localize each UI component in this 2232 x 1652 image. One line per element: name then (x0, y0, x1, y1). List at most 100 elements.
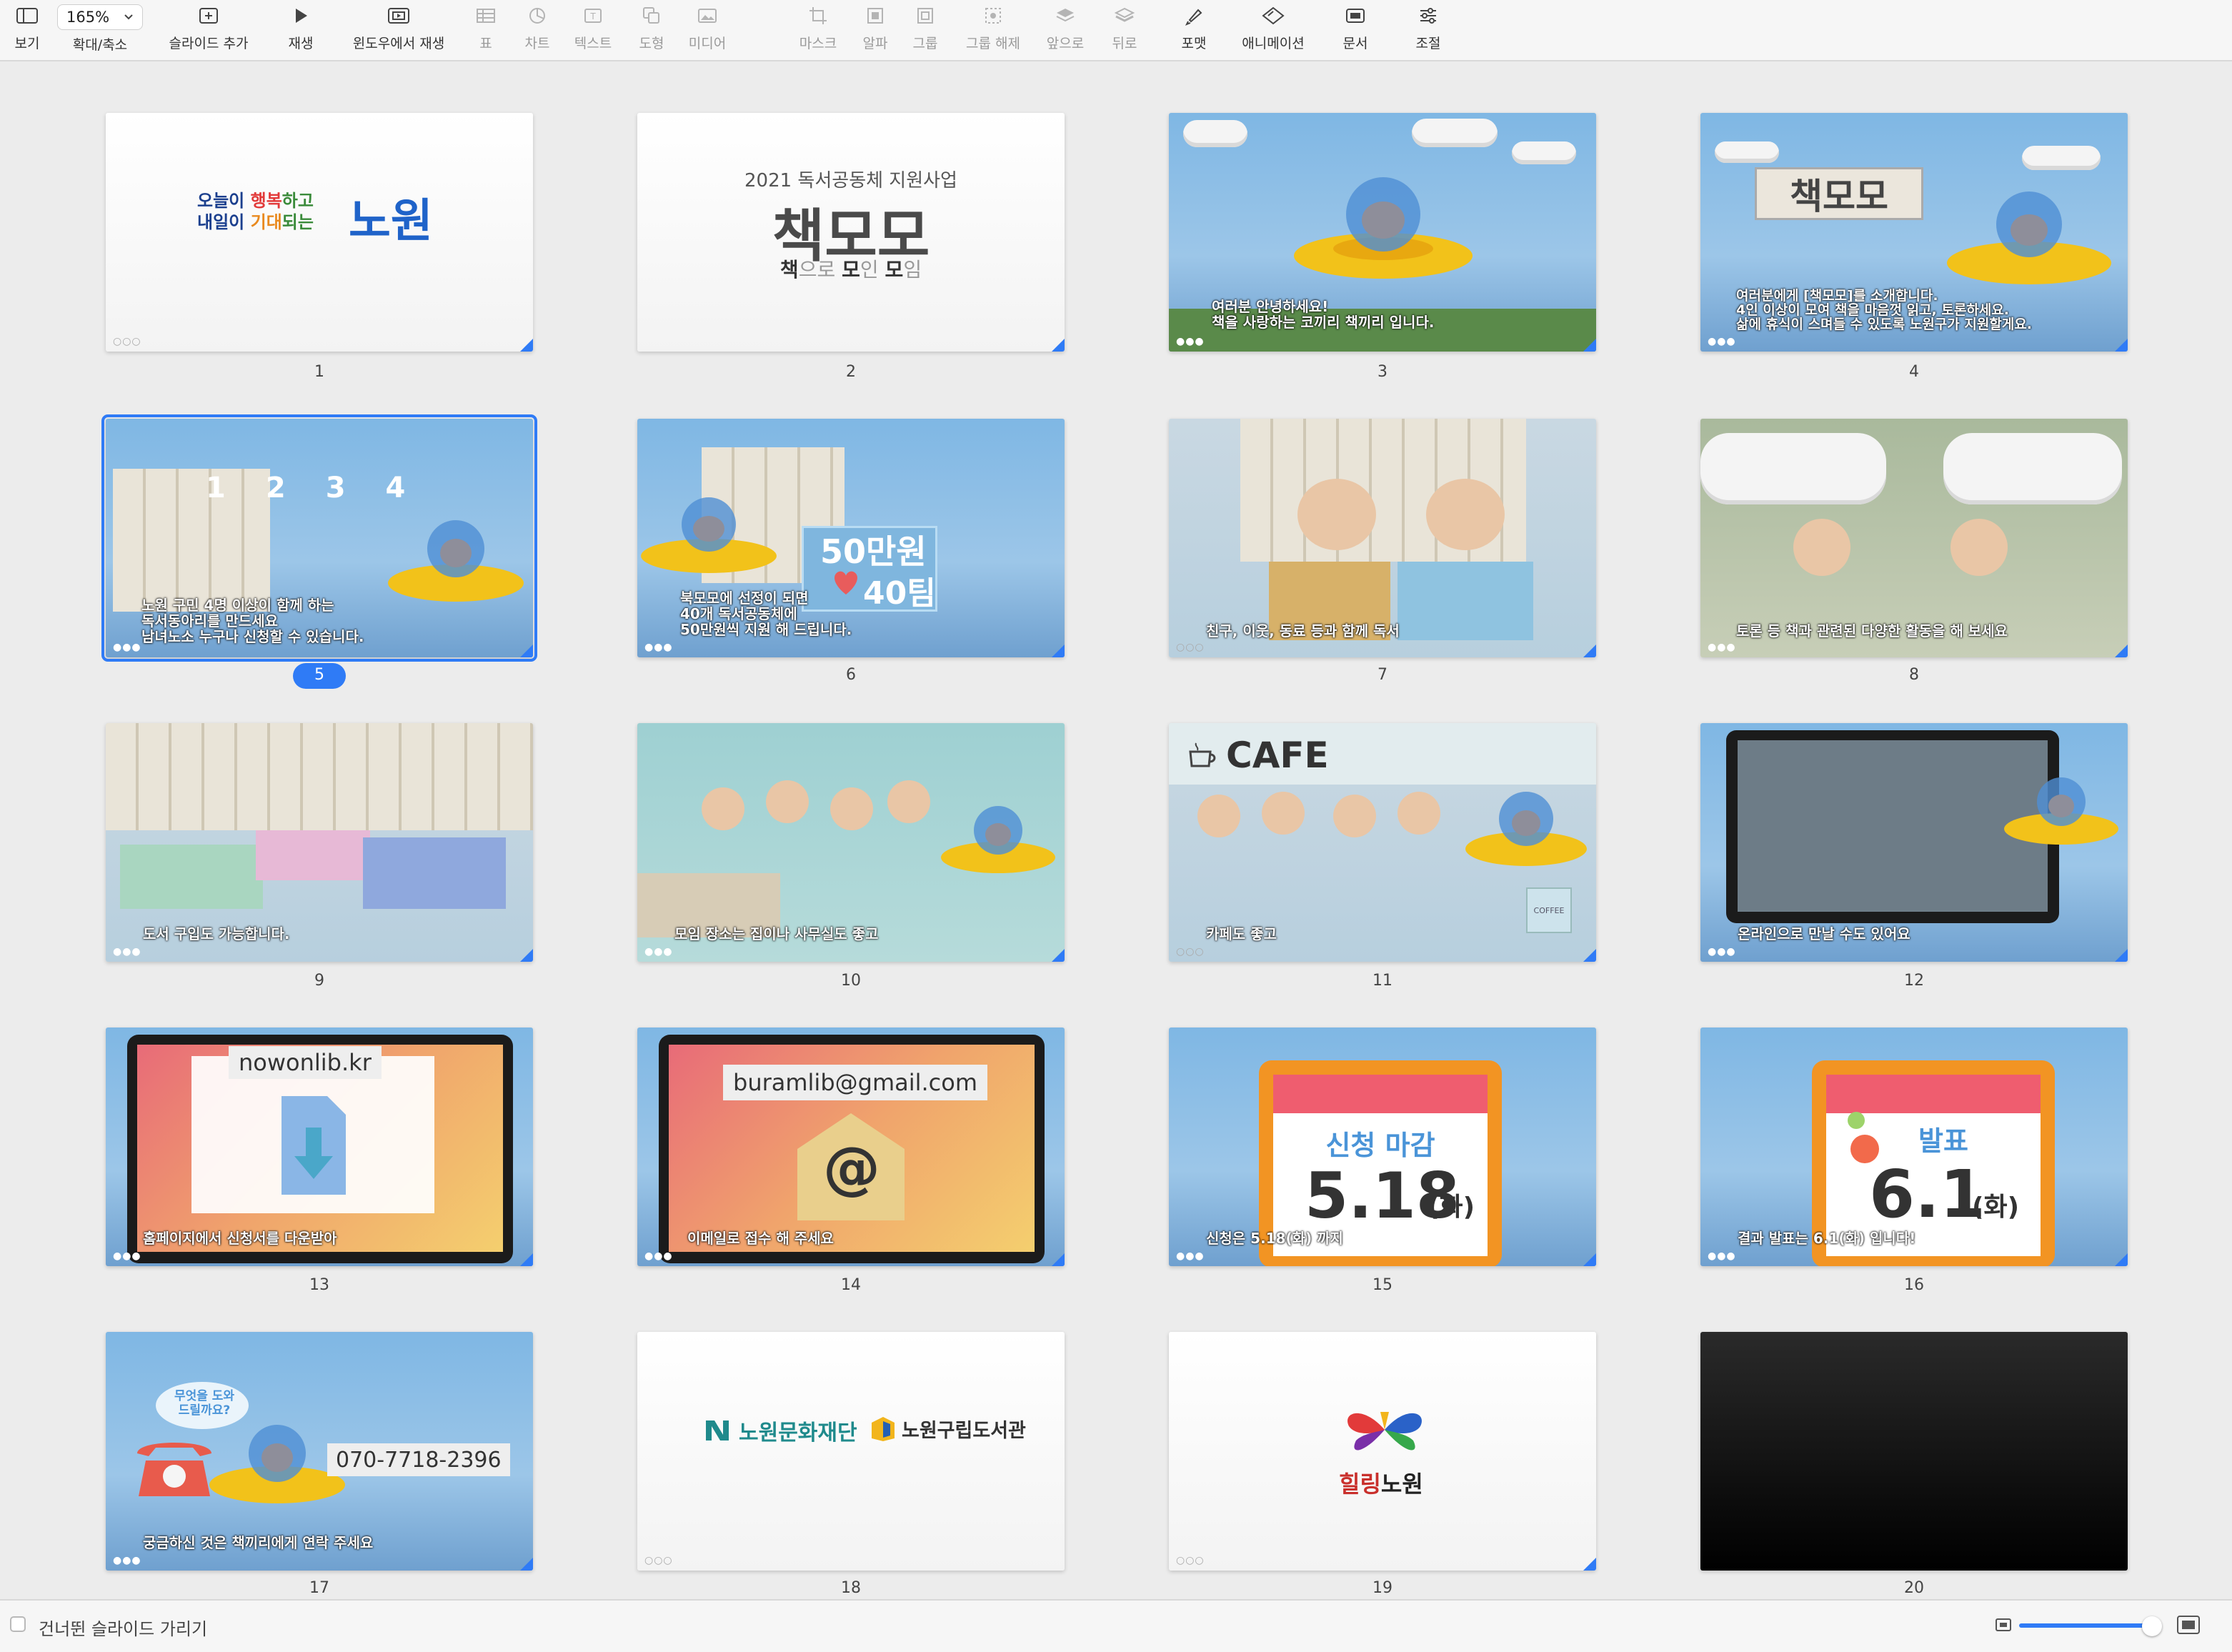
slide-thumbnail[interactable]: buramlib@gmail.com @ 이메일로 접수 해 주세요 ●●● (637, 1027, 1065, 1266)
table-label: 표 (479, 36, 492, 51)
slide-thumbnail[interactable]: 책모모 여러분에게 [책모모]를 소개합니다. 4인 이상이 모여 책을 마음껏… (1700, 113, 2128, 352)
slide-caption: 홈페이지에서 신청서를 다운받아 (143, 1230, 337, 1247)
media-icon (698, 9, 717, 23)
shape-button[interactable]: 도형 (632, 0, 672, 60)
slide-thumbnail[interactable]: 여러분 안녕하세요! 책을 사랑하는 코끼리 책끼리 입니다. ●●● (1169, 113, 1596, 352)
slide-thumbnail[interactable]: 토론 등 책과 관련된 다양한 활동을 해 보세요 ●●● (1700, 419, 2128, 657)
slide-number: 2 (846, 363, 856, 381)
slide-caption: 친구, 이웃, 동료 등과 함께 독서 (1206, 622, 1400, 640)
slide-caption: 카페도 좋고 (1206, 925, 1277, 942)
slide-thumbnail[interactable]: CAFE COFFEE 카페도 좋고 ○○○ (1169, 723, 1596, 962)
play-icon (296, 9, 307, 23)
slide-thumbnail[interactable]: nowonlib.kr 홈페이지에서 신청서를 다운받아 ●●● (106, 1027, 533, 1266)
table-icon (477, 9, 495, 23)
person-illustration (1262, 792, 1305, 835)
thumbnail-size-slider-knob[interactable] (2142, 1616, 2162, 1636)
play-window-button[interactable]: 윈도우에서 재생 (343, 0, 454, 60)
toolbar: 보기 165% 확대/축소 슬라이드 추가 재생 윈도우에서 재생 표 차트 T… (0, 0, 2232, 61)
slide-caption: 신청은 5.18(화) 까지 (1206, 1230, 1343, 1247)
bring-front-icon (1056, 9, 1075, 22)
animate-label: 애니메이션 (1242, 36, 1305, 51)
slide-corner-marker (2115, 1253, 2128, 1266)
at-symbol: @ (823, 1135, 880, 1201)
alpha-button[interactable]: 알파 (857, 0, 893, 60)
slide-thumbnail[interactable]: 친구, 이웃, 동료 등과 함께 독서 ○○○ (1169, 419, 1596, 657)
slide-thumbnail-blank[interactable] (1700, 1332, 2128, 1571)
slide-thumbnail[interactable]: 도서 구입도 가능합니다. ●●● (106, 723, 533, 962)
animate-button[interactable]: 애니메이션 (1232, 0, 1315, 60)
logo-text: 노원 (1380, 1471, 1423, 1498)
website-url: nowonlib.kr (229, 1046, 382, 1079)
slide-caption: 이메일로 접수 해 주세요 (687, 1230, 834, 1247)
slide-corner-marker (520, 339, 533, 352)
slide-thumbnail[interactable]: 오늘이 행복하고 내일이 기대되는 노원 ○○○ (106, 113, 533, 352)
slide-thumbnail[interactable]: 2021 독서공동체 지원사업 책모모 책으로 모인 모임 (637, 113, 1065, 352)
book-sign: 책모모 (1755, 167, 1923, 220)
slide-thumbnail[interactable]: 무엇을 도와 드릴까요? 070-7718-2396 궁금하신 것은 책끼리에게… (106, 1332, 533, 1571)
slogan-text: 오늘이 (197, 191, 251, 211)
mask-button[interactable]: 마스크 (793, 0, 843, 60)
slide-thumbnail[interactable]: 50만원 40팀 북모모에 선정이 되면 40개 독서공동체에 50만원씩 지원… (637, 419, 1065, 657)
elephant-ufo-illustration (641, 497, 777, 573)
person-illustration (830, 787, 873, 830)
play-button[interactable]: 재생 (276, 0, 326, 60)
slide-thumbnail[interactable]: 신청 마감 5.18 (화) 신청은 5.18(화) 까지 ●●● (1169, 1027, 1596, 1266)
view-button[interactable]: 보기 (3, 0, 51, 60)
slide-thumbnail[interactable]: 온라인으로 만날 수도 있어요 ●●● (1700, 723, 2128, 962)
bookshelf-illustration (106, 723, 533, 830)
people-count: 3 (325, 472, 346, 504)
slide-dots: ○○○ (1176, 642, 1205, 653)
slide-number: 7 (1377, 666, 1387, 684)
slide-corner-marker (2115, 339, 2128, 352)
slogan-text: 되는 (282, 212, 314, 232)
front-label: 앞으로 (1046, 36, 1085, 51)
slide-thumbnail-selected[interactable]: 1 2 3 4 노원 구민 4명 이상이 함께 하는 독서동아리를 만드세요 남… (101, 414, 537, 662)
slide-thumbnail[interactable]: 발표 6.1 (화) 결과 발표는 6.1(화) 입니다! ●●● (1700, 1027, 2128, 1266)
slide-thumbnail[interactable]: 힐링노원 ○○○ (1169, 1332, 1596, 1571)
slide-caption: 50만원씩 지원 해 드립니다. (680, 621, 852, 638)
add-slide-button[interactable]: 슬라이드 추가 (159, 0, 259, 60)
zoom-select[interactable]: 165% (57, 4, 143, 30)
calendar-date: 6.1 (1869, 1156, 1986, 1233)
text-button[interactable]: T 텍스트 (570, 0, 616, 60)
slide-caption: 책을 사랑하는 코끼리 책끼리 입니다. (1212, 314, 1435, 331)
slide-caption: 여러분에게 [책모모]를 소개합니다. (1736, 288, 1938, 304)
sliders-icon (1420, 8, 1436, 24)
group-button[interactable]: 그룹 (907, 0, 943, 60)
vertical-scrollbar[interactable] (2226, 61, 2232, 1598)
back-button[interactable]: 뒤로 (1105, 0, 1145, 60)
slide-number: 12 (1904, 972, 1924, 990)
window-play-icon (388, 8, 409, 24)
format-label: 포맷 (1181, 36, 1207, 51)
small-thumbnail-icon[interactable] (1995, 1618, 2012, 1632)
slide-corner-marker (1052, 1253, 1065, 1266)
large-thumbnail-icon[interactable] (2176, 1615, 2201, 1635)
people-count: 2 (265, 472, 286, 504)
calendar-heading: 신청 마감 (1325, 1130, 1435, 1161)
ungroup-button[interactable]: 그룹 해제 (957, 0, 1029, 60)
slide-thumbnail[interactable]: 노원문화재단 노원구립도서관 ○○○ (637, 1332, 1065, 1571)
coffee-cup-label: COFFEE (1526, 887, 1572, 933)
hide-skipped-checkbox[interactable] (10, 1616, 26, 1632)
healing-nowon-logo-icon (1347, 1412, 1422, 1451)
format-button[interactable]: 포맷 (1172, 0, 1216, 60)
chart-icon (529, 8, 545, 24)
adjust-button[interactable]: 조절 (1410, 0, 1446, 60)
media-button[interactable]: 미디어 (683, 0, 732, 60)
slide-thumbnail[interactable]: 모임 장소는 집이나 사무실도 좋고 ●●● (637, 723, 1065, 962)
thumbnail-size-slider[interactable] (2019, 1623, 2155, 1628)
slide-corner-marker (1583, 645, 1596, 657)
document-button[interactable]: 문서 (1337, 0, 1373, 60)
table-button[interactable]: 표 (470, 0, 502, 60)
slogan-text: 내일이 (197, 212, 251, 232)
person-illustration (1297, 479, 1376, 550)
chart-button[interactable]: 차트 (519, 0, 556, 60)
slide-dots: ●●● (1708, 1250, 1736, 1262)
download-file-icon (282, 1096, 346, 1195)
slide-number: 19 (1372, 1579, 1392, 1597)
front-button[interactable]: 앞으로 (1040, 0, 1090, 60)
slide-corner-marker (1583, 339, 1596, 352)
slogan-text: 하고 (282, 191, 314, 211)
slide-corner-marker (1052, 949, 1065, 962)
zoom-control[interactable]: 165% 확대/축소 (57, 0, 143, 60)
